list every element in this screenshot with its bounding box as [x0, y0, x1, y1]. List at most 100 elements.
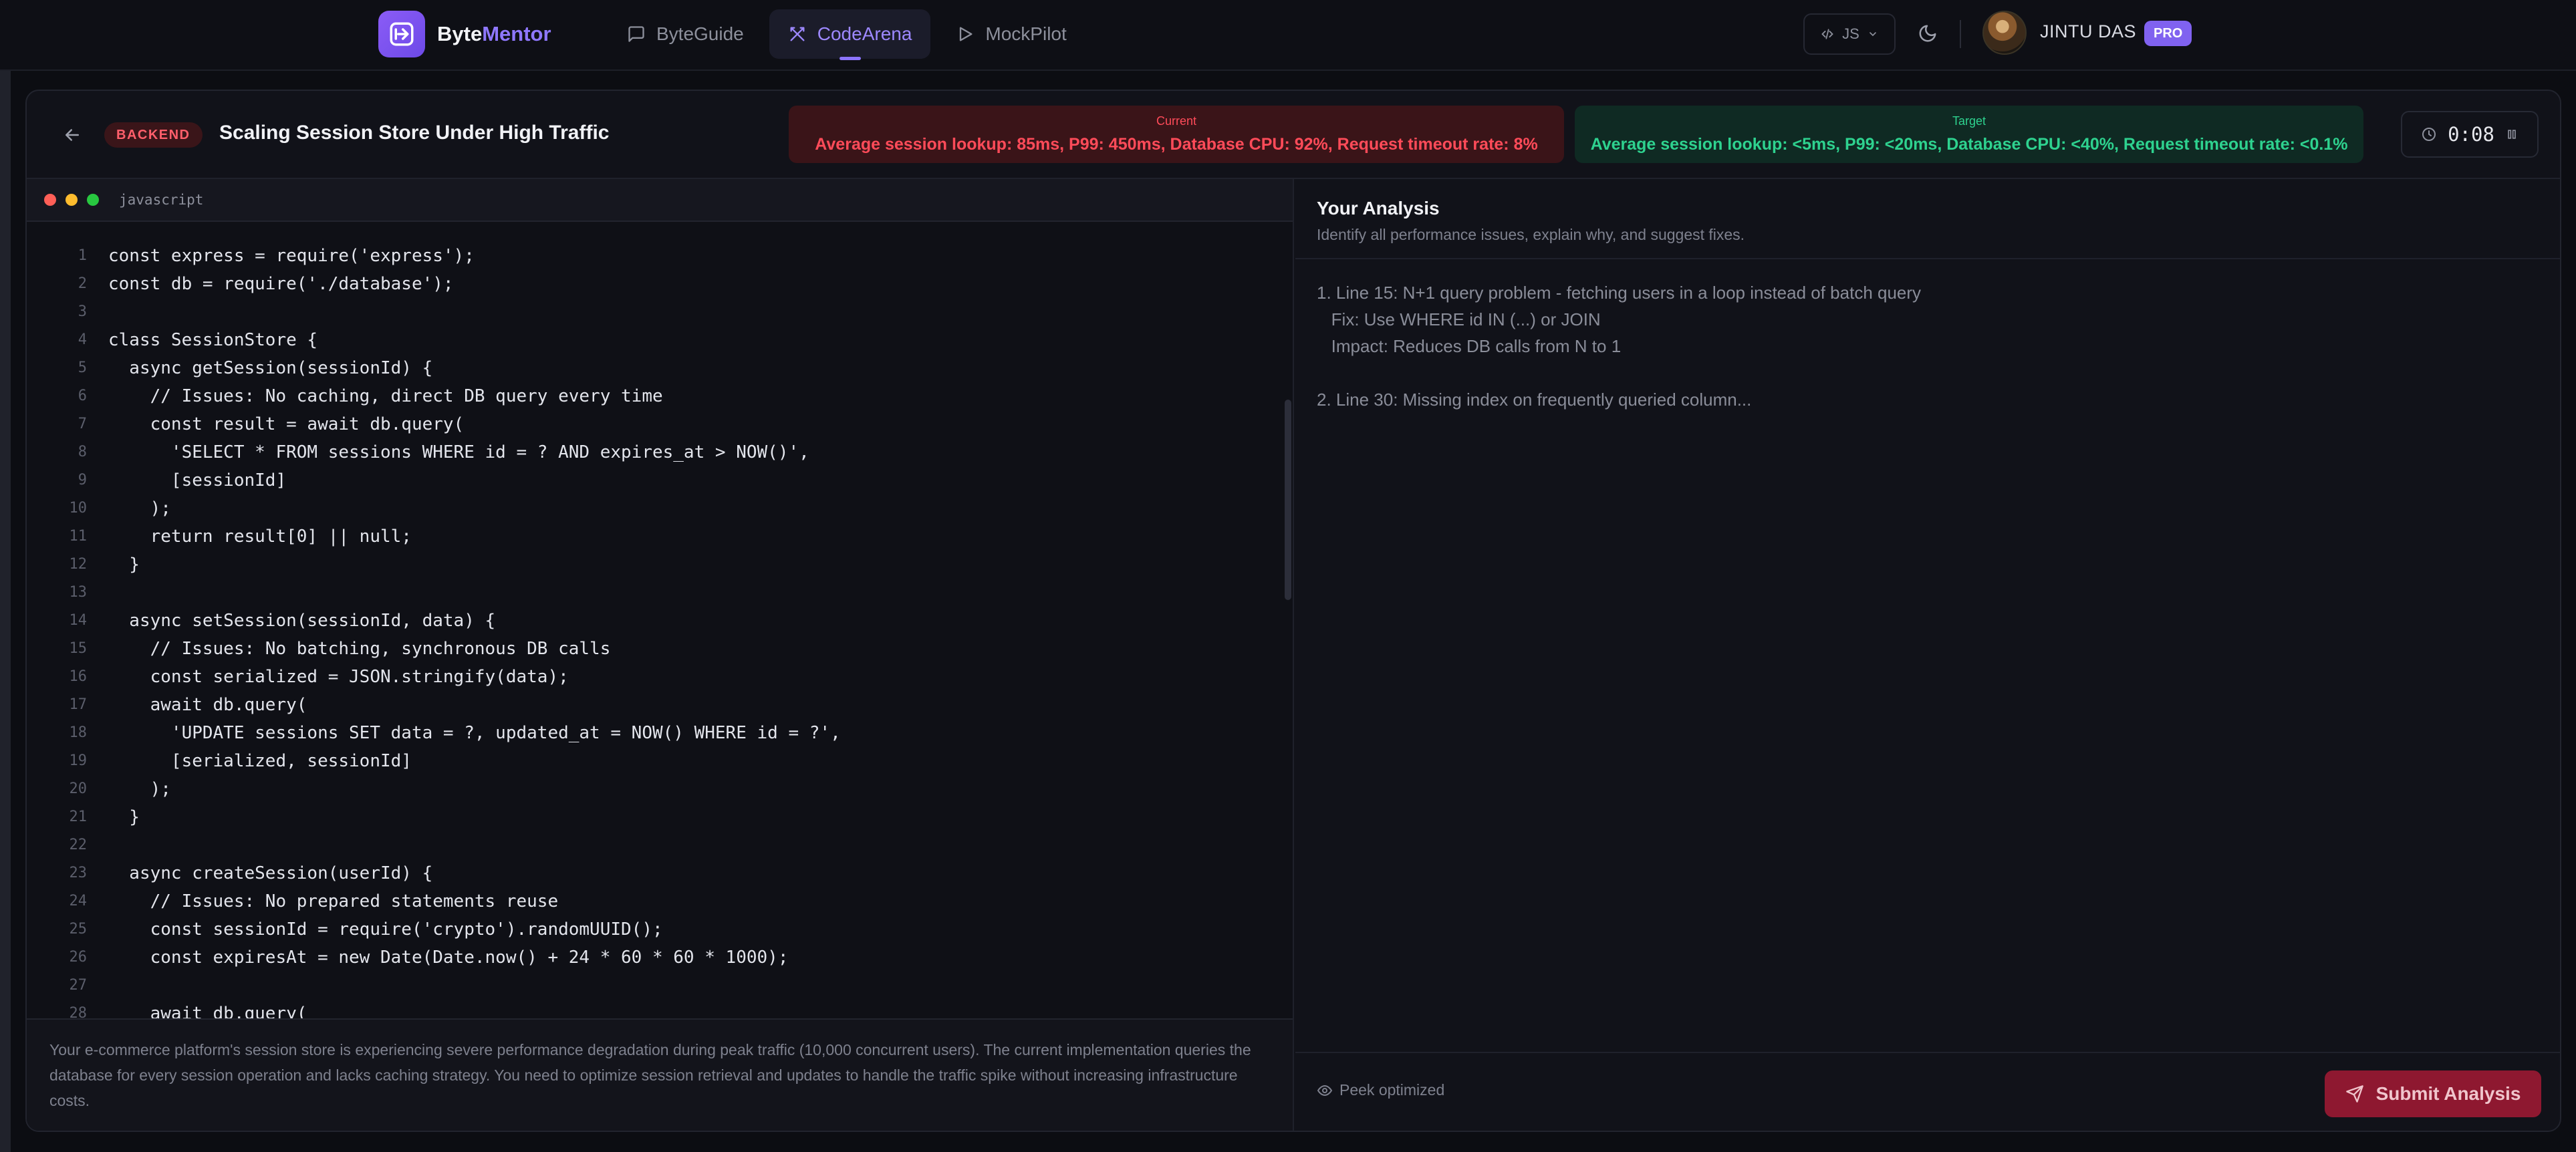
- pro-badge: PRO: [2144, 21, 2192, 46]
- peek-optimized-button[interactable]: Peek optimized: [1317, 1081, 1444, 1099]
- brand-logo-icon: [378, 11, 425, 57]
- category-badge: BACKEND: [104, 122, 203, 148]
- timer-value: 0:08: [2448, 123, 2494, 146]
- code-line: 22: [27, 831, 1293, 859]
- line-number: 7: [78, 416, 87, 432]
- window-maximize-dot: [87, 194, 99, 206]
- line-content: async setSession(sessionId, data) {: [108, 611, 496, 631]
- line-number: 12: [69, 556, 88, 573]
- editor-language: javascript: [119, 192, 204, 208]
- code-line: 10 );: [27, 494, 1293, 523]
- main-nav: ByteGuide CodeArena MockPilot: [608, 9, 1092, 60]
- line-content: const result = await db.query(: [108, 414, 465, 434]
- back-button[interactable]: [57, 120, 87, 150]
- code-line: 13: [27, 579, 1293, 607]
- code-line: 24 // Issues: No prepared statements reu…: [27, 887, 1293, 915]
- pause-icon[interactable]: [2505, 128, 2519, 141]
- language-select[interactable]: JS: [1803, 13, 1896, 55]
- moon-icon: [1919, 25, 1936, 42]
- code-line: 26 const expiresAt = new Date(Date.now()…: [27, 944, 1293, 972]
- code-line: 28 await db.query(: [27, 1000, 1293, 1018]
- line-number: 2: [78, 275, 87, 292]
- line-number: 21: [69, 809, 88, 825]
- code-line: 27: [27, 972, 1293, 1000]
- line-number: 5: [78, 359, 87, 376]
- line-content: const serialized = JSON.stringify(data);: [108, 667, 569, 687]
- eye-icon: [1317, 1085, 1333, 1096]
- challenge-header: BACKEND Scaling Session Store Under High…: [27, 91, 2560, 179]
- line-content: const sessionId = require('crypto').rand…: [108, 919, 663, 940]
- nav-item-mockpilot[interactable]: MockPilot: [937, 9, 1085, 59]
- analysis-subtitle: Identify all performance issues, explain…: [1317, 226, 1745, 243]
- line-number: 10: [69, 500, 88, 517]
- brand[interactable]: ByteMentor: [378, 9, 551, 59]
- user-name[interactable]: JINTU DAS: [2040, 21, 2136, 42]
- line-number: 8: [78, 444, 87, 460]
- nav-label: CodeArena: [817, 23, 912, 44]
- line-number: 6: [78, 388, 87, 404]
- line-content: await db.query(: [108, 1004, 307, 1018]
- line-number: 14: [69, 612, 88, 629]
- target-value: Average session lookup: <5ms, P99: <20ms…: [1590, 135, 2348, 154]
- code-line: 4 class SessionStore {: [27, 326, 1293, 354]
- play-icon: [960, 27, 973, 41]
- code-line: 1 const express = require('express');: [27, 242, 1293, 270]
- target-metrics: Target Average session lookup: <5ms, P99…: [1575, 106, 2363, 163]
- window-minimize-dot: [66, 194, 78, 206]
- submit-analysis-button[interactable]: Submit Analysis: [2325, 1070, 2541, 1117]
- code-editor: javascript 1 const express = require('exp…: [27, 179, 1294, 1131]
- send-icon: [2345, 1085, 2363, 1103]
- line-content: }: [108, 555, 140, 575]
- line-number: 17: [69, 696, 88, 713]
- clock-icon: [2422, 128, 2436, 141]
- line-number: 26: [69, 949, 88, 966]
- line-number: 9: [78, 472, 87, 488]
- line-number: 11: [69, 528, 88, 545]
- current-value: Average session lookup: 85ms, P99: 450ms…: [815, 135, 1538, 154]
- code-line: 17 await db.query(: [27, 691, 1293, 719]
- challenge-description: Your e-commerce platform's session store…: [27, 1018, 1293, 1131]
- line-content: 'UPDATE sessions SET data = ?, updated_a…: [108, 723, 841, 743]
- line-number: 18: [69, 724, 88, 741]
- line-content: class SessionStore {: [108, 330, 318, 350]
- line-number: 3: [78, 303, 87, 320]
- window-close-dot: [44, 194, 56, 206]
- line-content: [sessionId]: [108, 470, 287, 490]
- analysis-header: Your Analysis Identify all performance i…: [1295, 179, 2560, 259]
- line-number: 19: [69, 752, 88, 769]
- nav-item-byteguide[interactable]: ByteGuide: [608, 9, 763, 59]
- avatar[interactable]: [1982, 11, 2027, 55]
- editor-scrollbar[interactable]: [1285, 400, 1291, 600]
- code-line: 5 async getSession(sessionId) {: [27, 354, 1293, 382]
- line-number: 16: [69, 668, 88, 685]
- language-value: JS: [1842, 25, 1859, 42]
- analysis-title: Your Analysis: [1317, 198, 1440, 219]
- analysis-textarea[interactable]: 1. Line 15: N+1 query problem - fetching…: [1317, 279, 2520, 413]
- line-number: 25: [69, 921, 88, 938]
- line-content: );: [108, 779, 171, 799]
- line-number: 28: [69, 1005, 88, 1018]
- nav-item-codearena[interactable]: CodeArena: [769, 9, 931, 60]
- line-number: 1: [78, 247, 87, 264]
- current-metrics: Current Average session lookup: 85ms, P9…: [789, 106, 1564, 163]
- nav-label: ByteGuide: [656, 23, 744, 44]
- theme-toggle-button[interactable]: [1913, 19, 1942, 48]
- line-content: async getSession(sessionId) {: [108, 358, 433, 378]
- code-line: 16 const serialized = JSON.stringify(dat…: [27, 663, 1293, 691]
- line-content: const express = require('express');: [108, 246, 475, 266]
- window-edge: [0, 0, 11, 1152]
- chevron-down-icon: [1870, 32, 1876, 37]
- line-number: 20: [69, 780, 88, 797]
- code-area[interactable]: 1 const express = require('express'); 2 con…: [27, 222, 1293, 1018]
- line-content: await db.query(: [108, 695, 307, 715]
- code-line: 7 const result = await db.query(: [27, 410, 1293, 438]
- code-line: 25 const sessionId = require('crypto').r…: [27, 915, 1293, 944]
- line-number: 22: [69, 837, 88, 853]
- line-content: [serialized, sessionId]: [108, 751, 412, 771]
- analysis-footer: Peek optimized Submit Analysis: [1295, 1052, 2560, 1131]
- target-label: Target: [1952, 114, 1986, 128]
- challenge-card: BACKEND Scaling Session Store Under High…: [25, 90, 2561, 1132]
- nav-divider: [1960, 20, 1961, 48]
- code-line: 21 }: [27, 803, 1293, 831]
- line-content: const expiresAt = new Date(Date.now() + …: [108, 948, 789, 968]
